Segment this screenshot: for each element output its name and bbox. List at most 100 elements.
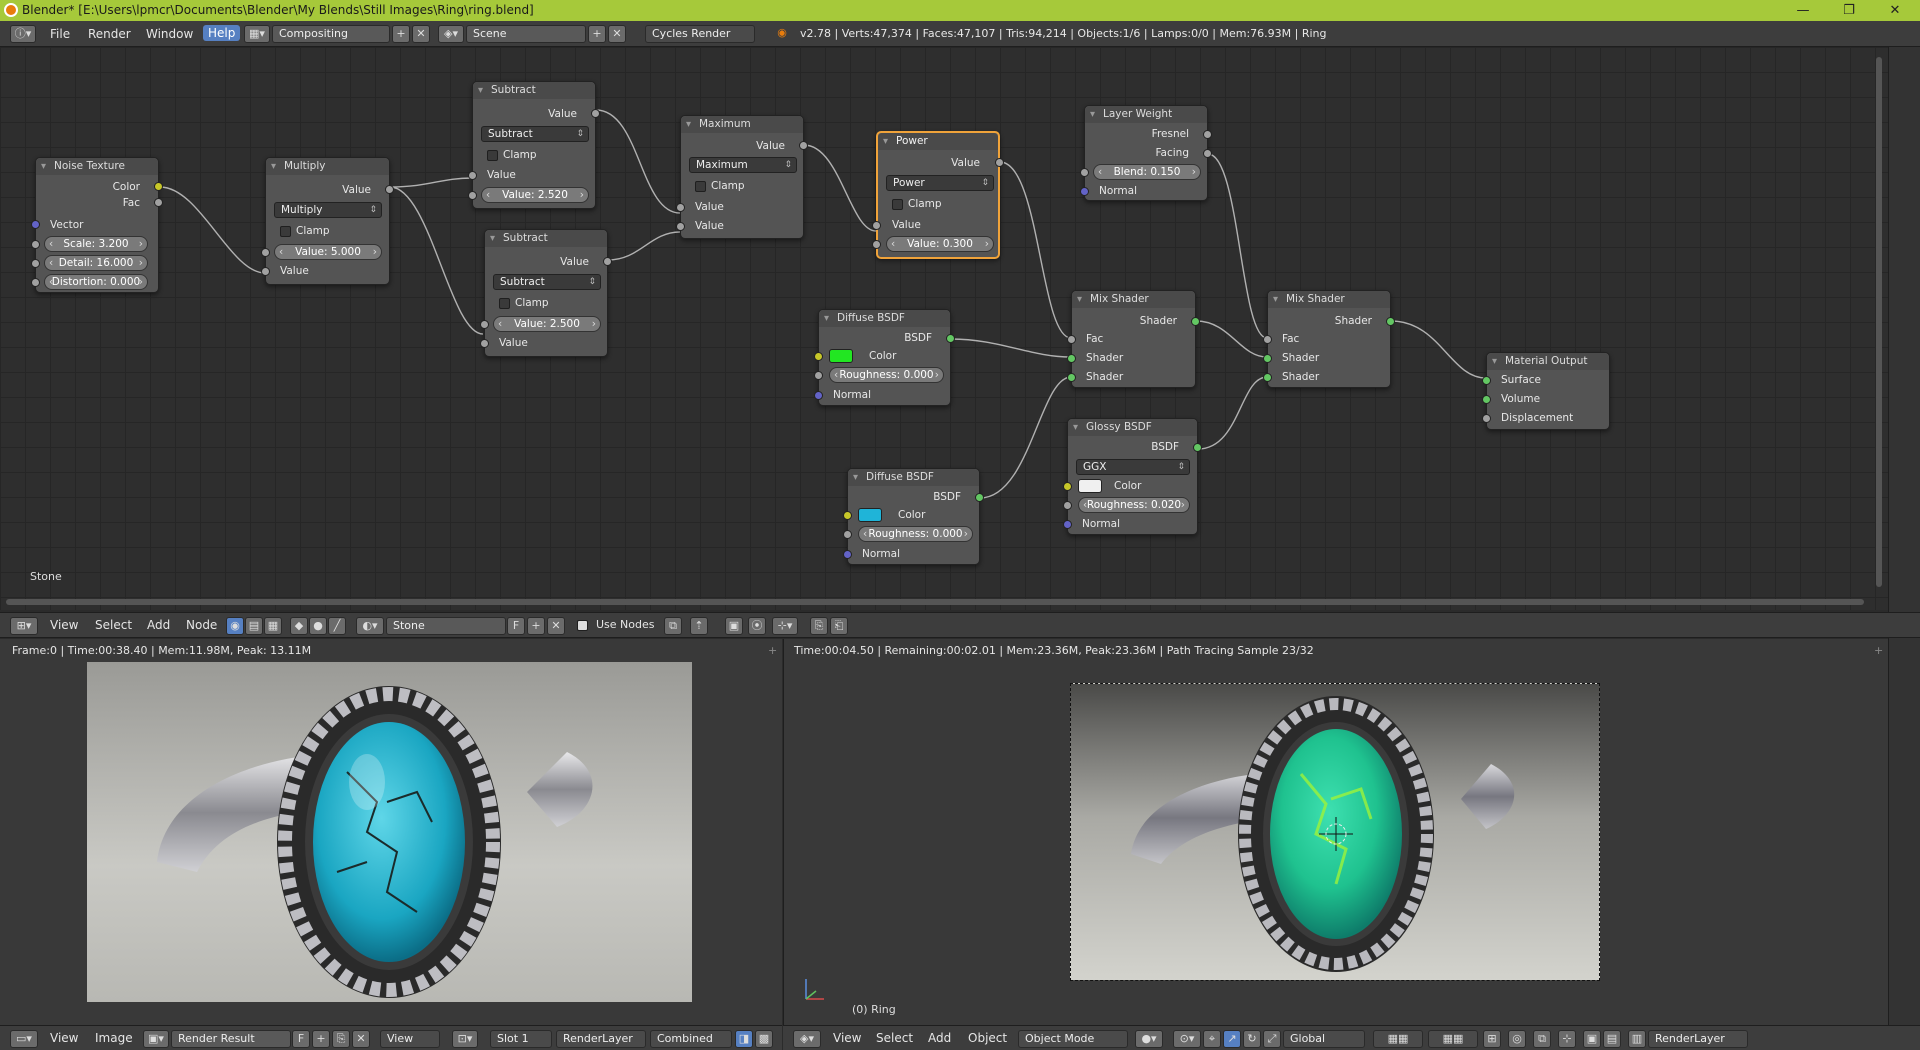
socket-color[interactable]: [843, 511, 852, 520]
close-button[interactable]: ✕: [1872, 1, 1918, 20]
socket-distortion[interactable]: [31, 278, 40, 287]
menu-view[interactable]: View: [50, 1031, 78, 1045]
socket-value-in2[interactable]: [261, 267, 270, 276]
menu-render[interactable]: Render: [88, 27, 131, 41]
interaction-mode-dropdown[interactable]: Object Mode: [1018, 1030, 1128, 1048]
operation-dropdown[interactable]: Maximum: [689, 157, 797, 173]
menu-add[interactable]: Add: [147, 618, 170, 632]
node-editor[interactable]: Noise Texture Color Fac Vector Scale: 3.…: [0, 47, 1900, 610]
viewport-shading-icon[interactable]: ●▾: [1135, 1030, 1163, 1048]
open-image-icon[interactable]: ⎘: [332, 1030, 350, 1048]
node-title[interactable]: Mix Shader: [1268, 291, 1390, 308]
remove-screen-icon[interactable]: ✕: [412, 25, 430, 43]
world-shader-icon[interactable]: ●: [309, 617, 327, 635]
node-title[interactable]: Subtract: [485, 230, 607, 247]
scale-field[interactable]: Scale: 3.200: [44, 236, 148, 252]
menu-add[interactable]: Add: [928, 1031, 951, 1045]
detail-field[interactable]: Detail: 16.000: [44, 255, 148, 271]
snap-icon[interactable]: ⧉: [664, 617, 682, 635]
node-title[interactable]: Power: [878, 133, 998, 150]
add-scene-icon[interactable]: +: [588, 25, 606, 43]
node-title[interactable]: Subtract: [473, 82, 595, 99]
pivot-icon[interactable]: ⊡▾: [452, 1030, 478, 1048]
power-node[interactable]: Power Value Power Clamp Value Value: 0.3…: [872, 131, 1004, 259]
editor-type-icon[interactable]: ⓘ▾: [10, 25, 36, 43]
socket-shader-out[interactable]: [1191, 317, 1200, 326]
glossy-bsdf-node[interactable]: Glossy BSDF BSDF GGX Color Roughness: 0.…: [1063, 418, 1202, 535]
socket-fresnel[interactable]: [1203, 130, 1212, 139]
object-shader-icon[interactable]: ◆: [290, 617, 308, 635]
socket-value-out[interactable]: [799, 141, 808, 150]
node-title[interactable]: Multiply: [266, 158, 389, 175]
clamp-checkbox[interactable]: [695, 181, 706, 192]
menu-select[interactable]: Select: [876, 1031, 913, 1045]
image-editor[interactable]: Frame:0 | Time:00:38.40 | Mem:11.98M, Pe…: [0, 639, 782, 1025]
render-animation-icon[interactable]: ▤: [1603, 1030, 1621, 1048]
new-image-icon[interactable]: +: [312, 1030, 330, 1048]
editor-type-icon[interactable]: ▭▾: [10, 1030, 38, 1048]
socket-displacement[interactable]: [1482, 414, 1491, 423]
socket-shader-out[interactable]: [1386, 317, 1395, 326]
node-title[interactable]: Material Output: [1487, 353, 1609, 370]
socket-bsdf[interactable]: [1193, 443, 1202, 452]
socket-color[interactable]: [154, 182, 163, 191]
add-screen-icon[interactable]: +: [392, 25, 410, 43]
area-split-icon[interactable]: +: [1874, 644, 1883, 657]
backdrop-icon[interactable]: ▣: [725, 617, 743, 635]
socket-shader-in2[interactable]: [1067, 373, 1076, 382]
color-swatch[interactable]: [829, 349, 853, 363]
socket-value-out[interactable]: [591, 109, 600, 118]
menu-image[interactable]: Image: [95, 1031, 133, 1045]
minimize-button[interactable]: —: [1780, 1, 1826, 20]
pivot-point-icon[interactable]: ⊙▾: [1173, 1030, 1201, 1048]
image-browse-icon[interactable]: ▣▾: [143, 1030, 169, 1048]
manipulator-toggle-icon[interactable]: ⌖: [1203, 1030, 1221, 1048]
alpha-channel-icon[interactable]: ▩: [755, 1030, 773, 1048]
socket-roughness[interactable]: [814, 371, 823, 380]
fake-user-button[interactable]: F: [507, 617, 525, 635]
socket-value-in2[interactable]: [468, 191, 477, 200]
socket-value-in2[interactable]: [480, 339, 489, 348]
scene-layers-grid-2[interactable]: ▦▦: [1428, 1030, 1478, 1048]
menu-help[interactable]: Help: [203, 25, 241, 41]
socket-value-out[interactable]: [995, 158, 1004, 167]
operation-dropdown[interactable]: Power: [886, 175, 994, 191]
area-split-icon[interactable]: +: [768, 644, 777, 657]
node-title[interactable]: Diffuse BSDF: [819, 310, 950, 327]
remove-scene-icon[interactable]: ✕: [608, 25, 626, 43]
image-name-field[interactable]: Render Result: [171, 1030, 291, 1048]
socket-fac[interactable]: [1263, 335, 1272, 344]
subtract-node-1[interactable]: Subtract Value Subtract Clamp Value Valu…: [468, 81, 600, 209]
menu-node[interactable]: Node: [186, 618, 217, 632]
render-engine-dropdown[interactable]: Cycles Render: [645, 25, 755, 43]
socket-bsdf[interactable]: [975, 493, 984, 502]
scene-field[interactable]: Scene: [466, 25, 586, 43]
clamp-checkbox[interactable]: [487, 150, 498, 161]
socket-scale[interactable]: [31, 240, 40, 249]
socket-blend[interactable]: [1080, 168, 1089, 177]
slot-dropdown[interactable]: Slot 1: [490, 1030, 552, 1048]
render-layer-field[interactable]: RenderLayer: [1648, 1030, 1748, 1048]
distortion-field[interactable]: Distortion: 0.000: [44, 274, 148, 290]
socket-shader-in1[interactable]: [1067, 354, 1076, 363]
socket-value-in1[interactable]: [261, 248, 270, 257]
socket-value-in1[interactable]: [468, 171, 477, 180]
socket-vector[interactable]: [31, 220, 40, 229]
compositing-nodes-icon[interactable]: ▤: [245, 617, 263, 635]
snap-element-icon[interactable]: ⊹▾: [772, 617, 798, 635]
socket-value-out[interactable]: [385, 185, 394, 194]
value-field[interactable]: Value: 2.520: [481, 187, 589, 203]
node-editor-vscrollbar[interactable]: [1876, 57, 1882, 587]
add-material-icon[interactable]: +: [527, 617, 545, 635]
operation-dropdown[interactable]: Subtract: [493, 274, 601, 290]
socket-volume[interactable]: [1482, 395, 1491, 404]
menu-window[interactable]: Window: [146, 27, 193, 41]
socket-normal[interactable]: [843, 550, 852, 559]
socket-shader-in2[interactable]: [1263, 373, 1272, 382]
shader-nodes-icon[interactable]: ◉: [226, 617, 244, 635]
view-mode-dropdown[interactable]: View: [380, 1030, 440, 1048]
right-toolshelf-strip[interactable]: [1888, 47, 1920, 1025]
unlink-material-icon[interactable]: ✕: [547, 617, 565, 635]
menu-object[interactable]: Object: [968, 1031, 1007, 1045]
scene-icon[interactable]: ◈▾: [438, 25, 464, 43]
